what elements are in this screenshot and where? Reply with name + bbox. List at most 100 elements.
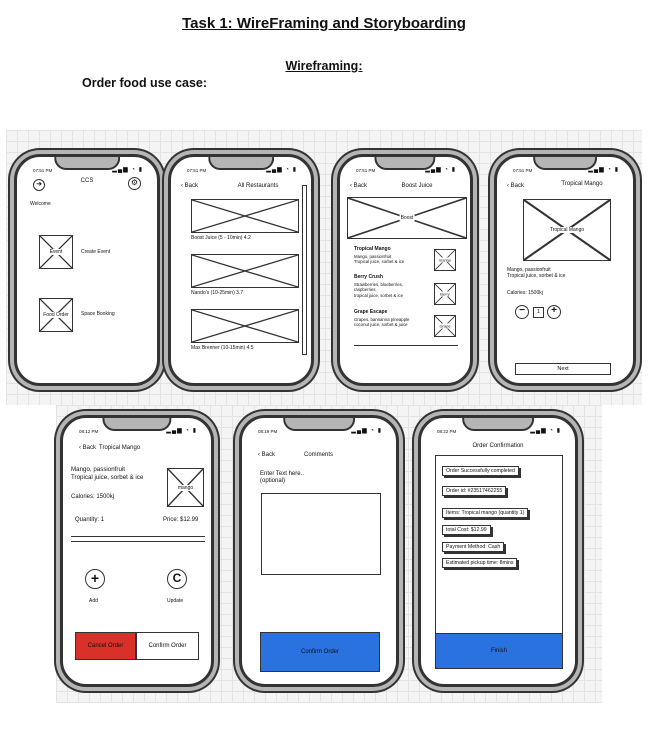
product-name[interactable]: Tropical Mango [354, 246, 391, 252]
wifi-icon: ◔ [607, 167, 613, 173]
status-icons: ▂▄▆ ◔ ▮ [530, 427, 561, 434]
back-arrow-icon: ‹ [507, 183, 509, 189]
space-booking-link[interactable]: Space Booking [81, 311, 115, 317]
product-description: Strawberries, blueberries, raspberries t… [354, 282, 403, 298]
product-name[interactable]: Grape Escape [354, 309, 387, 315]
add-label: Add [89, 598, 98, 604]
confirmation-panel: Order Successfully completed Order id: #… [435, 455, 563, 635]
scrollbar[interactable] [302, 185, 307, 355]
battery-icon: ▮ [138, 167, 143, 173]
restaurant-item[interactable]: Max Brenner (10-15min) 4.5 [191, 345, 254, 351]
status-time: 07:51 PM [33, 168, 53, 173]
battery-icon: ▮ [292, 167, 297, 173]
cancel-order-button[interactable]: Cancel Order [75, 632, 136, 660]
finish-button[interactable]: Finish [435, 633, 563, 669]
screen-title: Boost Juice [401, 183, 433, 189]
food-order-image-button[interactable]: Food Order [39, 298, 73, 332]
description-line: Tropical juice, sorbet & ice [507, 273, 566, 280]
restaurant-image[interactable] [191, 254, 299, 288]
quantity-value[interactable]: 1 [533, 307, 544, 318]
wifi-icon: ◔ [131, 167, 137, 173]
comment-textarea[interactable] [261, 493, 381, 575]
phone-notch [283, 418, 355, 431]
back-button[interactable]: ‹ Back [181, 183, 198, 189]
use-case-heading: Order food use case: [82, 76, 208, 90]
wifi-icon: ◔ [185, 428, 191, 434]
status-icons: ▂▄▆ ◔ ▮ [588, 166, 619, 173]
confirmation-line: Payment Method: Cash [442, 542, 505, 552]
back-button[interactable]: ‹ Back [258, 452, 275, 458]
status-time: 08:12 PM [79, 429, 99, 434]
wifi-icon: ◔ [285, 167, 291, 173]
banner-label: Boost [399, 215, 415, 221]
screen-title: Order Confirmation [472, 443, 524, 449]
next-button[interactable]: Next [515, 363, 611, 375]
thumbnail-label: mango [176, 484, 195, 491]
create-event-link[interactable]: Create Event [81, 249, 110, 255]
plus-icon[interactable]: + [85, 569, 105, 589]
phone-welcome: 07:51 PM ▂▄▆ ◔ ▮ ➜ CCS ⚙ Welcome Event C… [14, 154, 160, 386]
description-line: tropical juice, sorbet & ice [354, 292, 403, 298]
screen-title: Tropical Mango [99, 445, 141, 451]
phone-notch [54, 157, 120, 170]
description-line: Tropical juice, sorbet & ice [354, 259, 405, 265]
confirmation-line: Estimated pickup time: 8mins [442, 558, 518, 568]
battery-icon: ▮ [614, 167, 619, 173]
back-button[interactable]: ‹ Back [350, 183, 367, 189]
status-time: 08:22 PM [437, 429, 457, 434]
event-image-button[interactable]: Event [39, 235, 73, 269]
quantity-text: Quantity: 1 [75, 517, 105, 523]
phone-tropical-mango: 07:51 PM ▂▄▆ ◔ ▮ ‹ Back Tropical Mango T… [494, 154, 636, 386]
confirmation-line: Order id: #23517462255 [442, 486, 507, 496]
product-thumbnail[interactable]: Berry [434, 283, 456, 305]
confirm-order-button[interactable]: Confirm Order [260, 632, 380, 672]
product-description: Mango, passionfruit Tropical juice, sorb… [354, 254, 404, 265]
back-label: Back [261, 452, 276, 458]
plus-icon[interactable]: + [547, 305, 561, 319]
product-name[interactable]: Berry Crush [354, 274, 383, 280]
product-description: Grapes, bannanna pineapple coconut juice… [354, 317, 409, 328]
product-image-label: Tropical Mango [548, 227, 586, 233]
wifi-icon: ◔ [370, 428, 376, 434]
description-line: Tropical juice, sorbet & ice [71, 474, 144, 481]
restaurant-image[interactable] [191, 199, 299, 233]
signal-icon: ▂▄▆ [530, 428, 547, 434]
status-icons: ▂▄▆ ◔ ▮ [425, 166, 456, 173]
phone-restaurants: 07:51 PM ▂▄▆ ◔ ▮ ‹ Back All Restaurants … [168, 154, 314, 386]
product-thumbnail[interactable]: Grape [434, 315, 456, 337]
document-title: Task 1: WireFraming and Storyboarding [182, 15, 466, 32]
back-label: Back [82, 445, 97, 451]
phone-order-confirmation: 08:22 PM ▂▄▆ ◔ ▮ Order Confirmation Orde… [418, 415, 578, 687]
event-label: Event [48, 249, 64, 255]
refresh-icon[interactable]: C [167, 569, 187, 589]
wifi-icon: ◔ [549, 428, 555, 434]
battery-icon: ▮ [556, 428, 561, 434]
back-arrow-icon: ‹ [350, 183, 352, 189]
phone-notch [462, 418, 534, 431]
signal-icon: ▂▄▆ [112, 167, 129, 173]
minus-icon[interactable]: − [515, 305, 529, 319]
back-button[interactable]: ‹ Back [79, 445, 96, 451]
confirm-order-button[interactable]: Confirm Order [136, 632, 199, 660]
status-time: 07:51 PM [356, 168, 376, 173]
restaurant-item[interactable]: Nando's (10-25min) 3.7 [191, 290, 243, 296]
status-icons: ▂▄▆ ◔ ▮ [266, 166, 297, 173]
product-thumbnail: mango [167, 468, 204, 507]
back-arrow-icon: ‹ [258, 452, 260, 458]
banner-image: Boost [347, 197, 467, 239]
gear-icon[interactable]: ⚙ [128, 177, 141, 190]
screen-title: All Restaurants [237, 183, 279, 189]
phone-notch [102, 418, 172, 431]
back-label: Back [184, 183, 199, 189]
status-time: 08:19 PM [258, 429, 278, 434]
restaurant-item[interactable]: Boost Juice (5 - 10min) 4.2 [191, 235, 251, 241]
description-line: coconut juice, sorbet & juice [354, 322, 408, 328]
confirmation-line: total Cost: $12.99 [442, 525, 491, 535]
signal-icon: ▂▄▆ [166, 428, 183, 434]
back-button[interactable]: ‹ Back [507, 183, 524, 189]
divider [71, 541, 205, 542]
battery-icon: ▮ [377, 428, 382, 434]
product-thumbnail[interactable]: mango [434, 249, 456, 271]
restaurant-image[interactable] [191, 309, 299, 343]
phone-order: 08:12 PM ▂▄▆ ◔ ▮ ‹ Back Tropical Mango M… [60, 415, 214, 687]
